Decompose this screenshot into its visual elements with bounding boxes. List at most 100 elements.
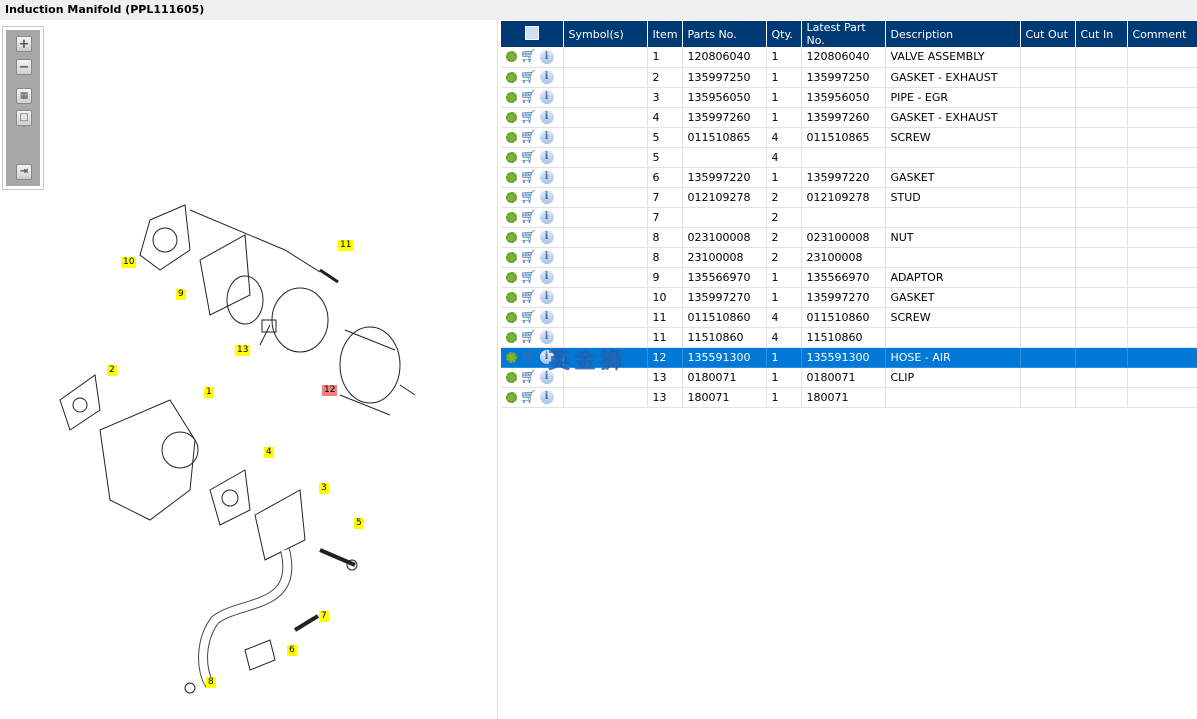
settings-gear-icon[interactable] [506, 111, 517, 123]
settings-gear-icon[interactable] [506, 171, 517, 183]
column-header[interactable]: Symbol(s) [563, 21, 648, 47]
cart-icon[interactable]: 🛒︎ [520, 190, 537, 205]
cart-icon[interactable]: 🛒︎ [520, 210, 537, 225]
settings-gear-icon[interactable] [506, 311, 517, 323]
info-icon[interactable]: i [539, 70, 554, 84]
table-row[interactable]: 🛒︎ i 11 011510860 4 011510860 SCREW [501, 307, 1197, 328]
diagram-panel[interactable]: + − ▦ □ ⇥ 10 9 11 13 12 2 1 4 3 5 7 6 8 [0, 20, 498, 719]
info-icon[interactable]: i [539, 130, 554, 144]
toggle-panel-button[interactable]: ⇥ [16, 164, 32, 180]
column-header[interactable]: Item [647, 21, 683, 47]
info-icon[interactable]: i [539, 210, 554, 224]
cart-icon[interactable]: 🛒︎ [520, 90, 537, 105]
cart-icon[interactable]: 🛒︎ [520, 250, 537, 265]
info-icon[interactable]: i [539, 49, 554, 64]
callout-10[interactable]: 10 [121, 257, 137, 268]
table-row[interactable]: 🛒︎ i 4 135997260 1 135997260 GASKET - EXHAUST [501, 107, 1197, 128]
search-view-icon[interactable] [524, 25, 539, 40]
info-icon[interactable]: i [539, 90, 554, 104]
callout-1[interactable]: 1 [204, 387, 214, 398]
callout-5[interactable]: 5 [354, 518, 364, 529]
info-icon[interactable]: i [539, 250, 554, 264]
info-icon[interactable]: i [539, 170, 554, 184]
info-icon[interactable]: i [539, 370, 554, 384]
cart-icon[interactable]: 🛒︎ [520, 170, 537, 185]
zoom-out-button[interactable]: − [16, 59, 32, 75]
cart-icon[interactable]: 🛒︎ [520, 230, 537, 245]
actual-size-button[interactable]: □ [16, 110, 32, 126]
column-header[interactable]: Cut Out [1020, 21, 1076, 47]
fit-view-button[interactable]: ▦ [16, 88, 32, 104]
cart-icon[interactable]: 🛒︎ [520, 70, 537, 85]
settings-gear-icon[interactable] [506, 211, 517, 223]
cart-icon[interactable]: 🛒︎ [520, 330, 537, 345]
info-icon[interactable]: i [539, 110, 554, 124]
cart-icon[interactable]: 🛒︎ [520, 390, 537, 405]
callout-7[interactable]: 7 [319, 611, 329, 622]
table-row[interactable]: 🛒︎ i 10 135997270 1 135997270 GASKET [501, 287, 1197, 308]
column-header[interactable]: Latest Part No. [801, 21, 886, 47]
callout-9[interactable]: 9 [176, 289, 186, 300]
column-header[interactable]: Qty. [766, 21, 802, 47]
settings-gear-icon[interactable] [506, 391, 517, 403]
callout-12[interactable]: 12 [322, 385, 338, 396]
info-icon[interactable]: i [539, 310, 554, 324]
cart-icon[interactable]: 🛒︎ [520, 49, 537, 64]
settings-gear-icon[interactable] [506, 331, 517, 343]
column-header[interactable]: Cut In [1075, 21, 1128, 47]
settings-gear-icon[interactable] [506, 291, 517, 303]
header-icon-column[interactable] [501, 21, 564, 47]
callout-6[interactable]: 6 [287, 645, 297, 656]
callout-8[interactable]: 8 [206, 677, 216, 688]
zoom-in-button[interactable]: + [16, 36, 32, 52]
cart-icon[interactable]: 🛒︎ [520, 270, 537, 285]
column-header[interactable]: Parts No. [682, 21, 767, 47]
callout-3[interactable]: 3 [319, 483, 329, 494]
table-row[interactable]: 🛒︎ i 3 135956050 1 135956050 PIPE - EGR [501, 87, 1197, 108]
table-row[interactable]: 🛒︎ i 8 023100008 2 023100008 NUT [501, 227, 1197, 248]
info-icon[interactable]: i [539, 270, 554, 284]
table-row[interactable]: 🛒︎ i 12 135591300 1 135591300 HOSE - AIR [501, 347, 1197, 368]
callout-2[interactable]: 2 [107, 365, 117, 376]
cart-icon[interactable]: 🛒︎ [520, 110, 537, 125]
info-icon[interactable]: i [539, 290, 554, 304]
cart-icon[interactable]: 🛒︎ [520, 290, 537, 305]
cart-icon[interactable]: 🛒︎ [520, 150, 537, 165]
column-header[interactable]: Description [885, 21, 1021, 47]
table-row[interactable]: 🛒︎ i 6 135997220 1 135997220 GASKET [501, 167, 1197, 188]
callout-13[interactable]: 13 [235, 345, 251, 356]
table-row[interactable]: 🛒︎ i 7 012109278 2 012109278 STUD [501, 187, 1197, 208]
cart-icon[interactable]: 🛒︎ [520, 130, 537, 145]
table-row[interactable]: 🛒︎ i 2 135997250 1 135997250 GASKET - EXHAUST [501, 67, 1197, 88]
table-row[interactable]: 🛒︎ i 9 135566970 1 135566970 ADAPTOR [501, 267, 1197, 288]
cart-icon[interactable]: 🛒︎ [520, 350, 537, 365]
table-row[interactable]: 🛒︎ i 8 23100008 2 23100008 [501, 247, 1197, 268]
callout-11[interactable]: 11 [338, 240, 354, 251]
settings-gear-icon[interactable] [506, 51, 517, 63]
table-row[interactable]: 🛒︎ i 11 11510860 4 11510860 [501, 327, 1197, 348]
info-icon[interactable]: i [539, 330, 554, 344]
info-icon[interactable]: i [539, 230, 554, 244]
settings-gear-icon[interactable] [506, 231, 517, 243]
info-icon[interactable]: i [539, 350, 554, 364]
table-row[interactable]: 🛒︎ i 13 0180071 1 0180071 CLIP [501, 367, 1197, 388]
info-icon[interactable]: i [539, 390, 554, 404]
cart-icon[interactable]: 🛒︎ [520, 310, 537, 325]
callout-4[interactable]: 4 [264, 447, 274, 458]
settings-gear-icon[interactable] [506, 371, 517, 383]
column-header[interactable]: Comment [1127, 21, 1197, 47]
settings-gear-icon[interactable] [506, 151, 517, 163]
table-row[interactable]: 🛒︎ i 5 4 [501, 147, 1197, 168]
table-row[interactable]: 🛒︎ i 5 011510865 4 011510865 SCREW [501, 127, 1197, 148]
table-row[interactable]: 🛒︎ i 7 2 [501, 207, 1197, 228]
table-row[interactable]: 🛒︎ i 1 120806040 1 120806040 VALVE ASSEMBLY [501, 47, 1197, 68]
cart-icon[interactable]: 🛒︎ [520, 370, 537, 385]
settings-gear-icon[interactable] [506, 191, 517, 203]
settings-gear-icon[interactable] [506, 351, 517, 363]
table-row[interactable]: 🛒︎ i 13 180071 1 180071 [501, 387, 1197, 408]
info-icon[interactable]: i [539, 190, 554, 204]
settings-gear-icon[interactable] [506, 91, 517, 103]
info-icon[interactable]: i [539, 150, 554, 164]
settings-gear-icon[interactable] [506, 251, 517, 263]
settings-gear-icon[interactable] [506, 131, 517, 143]
